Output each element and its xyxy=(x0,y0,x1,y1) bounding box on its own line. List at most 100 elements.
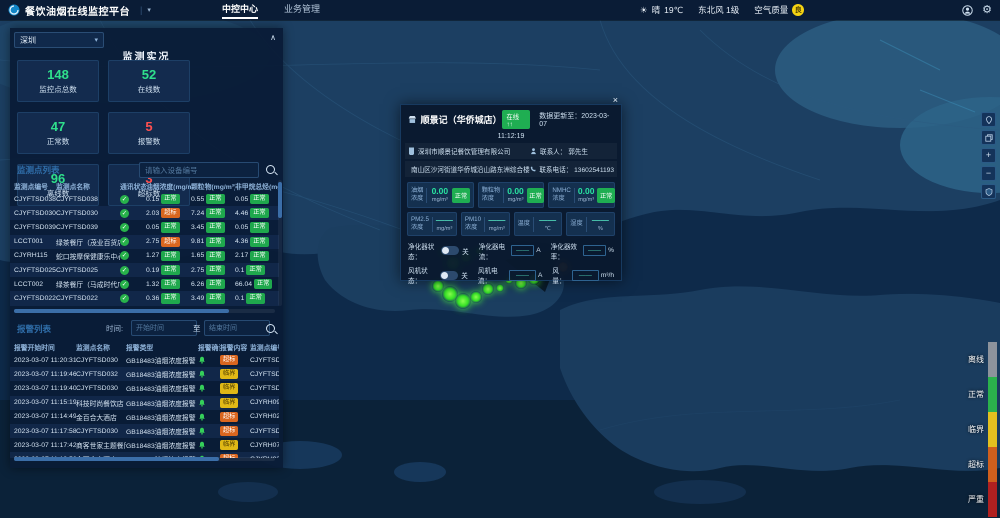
alarm-table-row[interactable]: 2023-03-07 11:17:42.0 商客世家主题餐厅 GB18483油烟… xyxy=(10,438,279,452)
points-table-row[interactable]: CJYFTSD030 CJYFTSD030 ✓ 2.03 超标 7.24 正常 xyxy=(10,206,279,220)
zoom-in-button[interactable]: + xyxy=(981,148,996,163)
points-table-row[interactable]: LCCT002 绿茶餐厅（马成时代广场店） ✓ 1.32 正常 6.26 正常 xyxy=(10,277,279,291)
control-row: 净化器状态： 关 净化器电流： —— A 净化器效率： —— % xyxy=(401,236,621,261)
col-header: 监测点名称 xyxy=(76,342,126,352)
chevron-down-icon: ▾ xyxy=(94,36,98,44)
city-selector[interactable]: 深圳 ▾ xyxy=(14,32,104,48)
points-table: 监测点编号 监测点名称 通讯状态 油烟浓度(mg/m³) 颗粒物(mg/m³) … xyxy=(10,179,279,308)
points-table-row[interactable]: CJYFTSD038 CJYFTSD038 ✓ 0.15 正常 0.55 正常 xyxy=(10,192,279,206)
points-table-row[interactable]: CJYFTSD022 CJYFTSD022 ✓ 0.36 正常 3.49 正常 xyxy=(10,291,279,305)
weather-wind: 东北风 1级 xyxy=(698,4,739,16)
panel-collapse-button[interactable]: ∧ xyxy=(270,33,276,42)
sensor-card: 颗粒物浓度 0.00 mg/m³ 正常 xyxy=(478,182,545,208)
zoom-out-button[interactable]: − xyxy=(981,166,996,181)
field2-input[interactable]: —— xyxy=(583,245,606,256)
alarm-point-name: 金百合大酒店 xyxy=(76,412,126,422)
start-time-input[interactable] xyxy=(131,320,197,336)
smoke-cell: 1.27 正常 xyxy=(146,251,191,261)
nmhc-cell: 0.05 正常 xyxy=(235,222,279,232)
alarm-table-row[interactable]: 2023-03-07 11:14:49.0 金百合大酒店 GB18483油烟浓度… xyxy=(10,410,279,424)
alarm-confirm[interactable] xyxy=(198,413,220,421)
alarm-point-name: CJYFTSD030 xyxy=(76,385,126,392)
point-name: 绿茶餐厅（茂业百货店） xyxy=(56,237,120,247)
map-point-marker[interactable] xyxy=(455,293,471,309)
alarm-level-badge: 临界 xyxy=(220,383,238,393)
legend-item: 临界 xyxy=(968,412,997,447)
stat-label: 监控点总数 xyxy=(39,84,77,95)
dust-cell: 2.75 正常 xyxy=(191,265,235,275)
theme-shield-button[interactable] xyxy=(981,184,996,199)
header-divider: | xyxy=(140,5,142,15)
power-toggle[interactable] xyxy=(441,246,459,255)
points-horizontal-scrollbar[interactable] xyxy=(14,309,275,313)
location-pin-icon xyxy=(985,116,993,124)
col-header: 报警内容 xyxy=(220,342,250,352)
left-panel: 深圳 ▾ ∧ 监测实况 148 监控点总数 52 在线数 47 xyxy=(10,28,283,468)
comm-ok-icon: ✓ xyxy=(120,251,129,260)
alarm-level-badge: 临界 xyxy=(220,398,238,408)
alarm-content: 临界 xyxy=(220,383,250,393)
alarm-point-name: CJYFTSD030 xyxy=(76,428,126,435)
popup-info-row-1: 深圳市顺景记餐饮管理有限公司 联系人： 郭先生 xyxy=(405,143,617,159)
field1-input[interactable]: —— xyxy=(511,245,534,256)
alarm-confirm[interactable] xyxy=(198,399,220,407)
search-icon[interactable] xyxy=(266,165,275,174)
status-badge: 正常 xyxy=(246,293,264,303)
contact-cell: 联系人： 郭先生 xyxy=(530,146,614,156)
search-icon[interactable] xyxy=(266,324,275,333)
comm-ok-icon: ✓ xyxy=(120,195,129,204)
status-badge: 正常 xyxy=(254,279,272,289)
points-vertical-scrollbar[interactable] xyxy=(278,180,282,306)
alarm-confirm[interactable] xyxy=(198,427,220,435)
close-icon[interactable]: × xyxy=(613,96,618,105)
alarm-table-row[interactable]: 2023-03-07 11:19:46.0 CJYFTSD032 GB18483… xyxy=(10,367,279,381)
tab-business-mgmt[interactable]: 业务管理 xyxy=(284,0,320,20)
points-table-row[interactable]: LCCT001 绿茶餐厅（茂业百货店） ✓ 2.75 超标 9.81 正常 xyxy=(10,235,279,249)
points-table-row[interactable]: CJYFTSD039 CJYFTSD039 ✓ 0.05 正常 3.45 正常 xyxy=(10,220,279,234)
legend-swatch xyxy=(988,482,997,517)
alarm-table-row[interactable]: 2023-03-07 11:19:40.0 CJYFTSD030 GB18483… xyxy=(10,381,279,395)
device-search-input[interactable] xyxy=(139,162,259,178)
points-table-header: 监测点编号 监测点名称 通讯状态 油烟浓度(mg/m³) 颗粒物(mg/m³) … xyxy=(10,179,279,192)
col-header: 颗粒物(mg/m³) xyxy=(191,181,235,191)
alarms-horizontal-scrollbar[interactable] xyxy=(14,457,275,461)
alarm-confirm[interactable] xyxy=(198,384,220,392)
legend-label: 离线 xyxy=(968,354,984,365)
weather-condition: 晴 xyxy=(652,4,661,16)
sensor-value: —— xyxy=(539,216,556,225)
alarm-confirm[interactable] xyxy=(198,356,220,364)
end-time-input[interactable] xyxy=(204,320,270,336)
field1-unit: A xyxy=(538,272,542,279)
alarm-bell-icon xyxy=(198,370,206,378)
popup-info-row-2: 南山区沙河街道华侨城沿山路东洲综合楼9、15 联系电话： 13602541193 xyxy=(405,161,617,177)
alarm-table-row[interactable]: 2023-03-07 11:20:31.0 CJYFTSD030 GB18483… xyxy=(10,353,279,367)
tab-control-center[interactable]: 中控中心 xyxy=(222,0,258,20)
nmhc-cell: 4.46 正常 xyxy=(235,208,279,218)
map-point-marker[interactable] xyxy=(470,291,482,303)
alarm-confirm[interactable] xyxy=(198,441,220,449)
alarm-table-row[interactable]: 2023-03-07 11:15:19.0 科技时尚餐饮店 GB18483油烟浓… xyxy=(10,396,279,410)
gear-icon[interactable]: ⚙ xyxy=(982,5,992,16)
alarm-confirm[interactable] xyxy=(198,370,220,378)
alarm-table-row[interactable]: 2023-03-07 11:17:58.0 CJYFTSD030 GB18483… xyxy=(10,424,279,438)
chevron-down-icon[interactable]: ▾ xyxy=(147,6,151,14)
power-toggle[interactable] xyxy=(440,271,458,280)
layers-button[interactable] xyxy=(981,130,996,145)
comm-ok-icon: ✓ xyxy=(120,209,129,218)
alarm-bell-icon xyxy=(198,413,206,421)
field1-input[interactable]: —— xyxy=(509,270,536,281)
comm-ok-icon: ✓ xyxy=(120,223,129,232)
locate-button[interactable] xyxy=(981,112,996,127)
field2-input[interactable]: —— xyxy=(572,270,599,281)
points-table-row[interactable]: CJYFTSD025 CJYFTSD025 ✓ 0.19 正常 2.75 正常 xyxy=(10,263,279,277)
map-point-marker[interactable] xyxy=(496,284,504,292)
header-actions: ⚙ xyxy=(962,0,992,20)
points-table-row[interactable]: CJYRH115 蛇口按摩保健康乐中心 ✓ 1.27 正常 1.65 正常 xyxy=(10,249,279,263)
user-icon[interactable] xyxy=(962,5,973,16)
status-badge: 正常 xyxy=(250,194,268,204)
alarm-bell-icon xyxy=(198,356,206,364)
time-filter-label: 时间: xyxy=(106,323,123,334)
comm-status: ✓ xyxy=(120,251,146,260)
alarm-point-name: CJYFTSD030 xyxy=(76,357,126,364)
field2-label: 净化器效率： xyxy=(551,241,581,261)
